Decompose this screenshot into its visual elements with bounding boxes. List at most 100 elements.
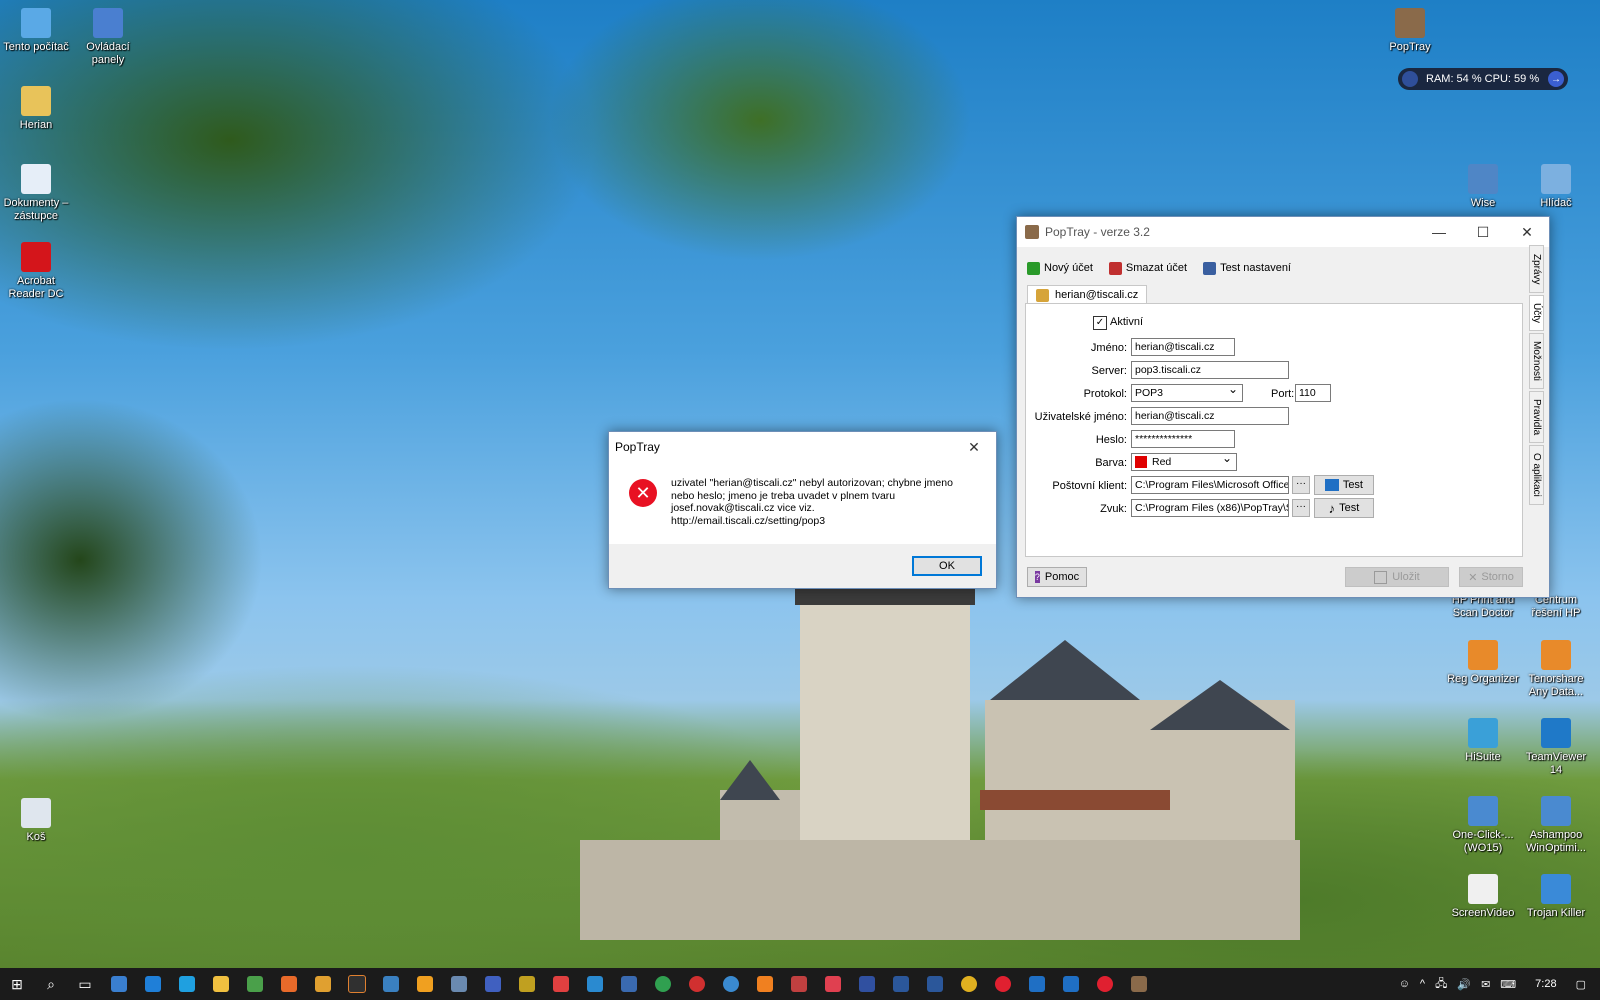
desktop-icon-documents[interactable]: Dokumenty – zástupce xyxy=(0,164,72,223)
server-field[interactable]: pop3.tiscali.cz xyxy=(1131,361,1289,379)
outlook-taskbar-icon-2[interactable] xyxy=(1060,973,1082,995)
taskbar-app-18[interactable] xyxy=(822,973,844,995)
taskbar-app-2[interactable] xyxy=(244,973,266,995)
test-client-button[interactable]: Test xyxy=(1314,475,1374,495)
browse-client-button[interactable]: ··· xyxy=(1292,476,1310,494)
taskbar-app-10[interactable] xyxy=(516,973,538,995)
desktop-icon-poptray[interactable]: PopTray xyxy=(1374,8,1446,54)
notification-icon[interactable]: ▢ xyxy=(1576,978,1586,991)
desktop-icon-teamviewer[interactable]: TeamViewer 14 xyxy=(1520,718,1592,777)
jmeno-label: Jméno: xyxy=(1090,342,1127,354)
task-view-icon[interactable]: ▭ xyxy=(74,973,96,995)
taskbar-app-12[interactable] xyxy=(584,973,606,995)
desktop-icon-control-panel[interactable]: Ovládací panely xyxy=(72,8,144,67)
opera-icon[interactable] xyxy=(992,973,1014,995)
outlook-icon xyxy=(1325,479,1339,491)
desktop-icon-wise[interactable]: Wise xyxy=(1447,164,1519,210)
vlc-icon[interactable] xyxy=(754,973,776,995)
clock[interactable]: 7:28 xyxy=(1535,978,1556,990)
maximize-button[interactable]: ☐ xyxy=(1461,224,1505,241)
taskbar-app-7[interactable] xyxy=(414,973,436,995)
taskbar-app-19[interactable] xyxy=(856,973,878,995)
desktop-icon-ashampoo[interactable]: Ashampoo WinOptimi... xyxy=(1520,796,1592,855)
dialog-titlebar[interactable]: PopTray ✕ xyxy=(609,432,996,462)
desktop-icon-recycle-bin[interactable]: Koš xyxy=(0,798,72,844)
cancel-icon: ✕ xyxy=(1468,571,1478,584)
close-button[interactable]: ✕ xyxy=(1505,224,1549,241)
test-sound-button[interactable]: ♪ Test xyxy=(1314,498,1374,518)
arrow-right-icon[interactable]: → xyxy=(1548,71,1564,87)
mail-client-field[interactable]: C:\Program Files\Microsoft Office\ xyxy=(1131,476,1289,494)
browse-sound-button[interactable]: ··· xyxy=(1292,499,1310,517)
taskbar-app-6[interactable] xyxy=(380,973,402,995)
taskbar-app-11[interactable] xyxy=(550,973,572,995)
tab-pravidla[interactable]: Pravidla xyxy=(1529,391,1544,443)
delete-account-button[interactable]: Smazat účet xyxy=(1108,261,1187,275)
sound-field[interactable]: C:\Program Files (x86)\PopTray\S xyxy=(1131,499,1289,517)
poptray-titlebar[interactable]: PopTray - verze 3.2 — ☐ ✕ xyxy=(1017,217,1549,247)
error-icon: ✕ xyxy=(629,479,657,507)
desktop-icon-tenorshare[interactable]: Tenorshare Any Data... xyxy=(1520,640,1592,699)
start-button[interactable]: ⊞ xyxy=(6,973,28,995)
cancel-button[interactable]: ✕ Storno xyxy=(1459,567,1523,587)
skype-icon[interactable] xyxy=(176,973,198,995)
chrome-icon[interactable] xyxy=(958,973,980,995)
outlook-taskbar-icon[interactable] xyxy=(1026,973,1048,995)
desktop-icon-hisuite[interactable]: HiSuite xyxy=(1447,718,1519,764)
desktop-icon-this-pc[interactable]: Tento počítač xyxy=(0,8,72,54)
taskbar-app-3[interactable] xyxy=(278,973,300,995)
desktop-icon-herian[interactable]: Herian xyxy=(0,86,72,132)
desktop-icon-hlidac[interactable]: Hlídač xyxy=(1520,164,1592,210)
desktop-icon-trojan-killer[interactable]: Trojan Killer xyxy=(1520,874,1592,920)
taskbar-app-1[interactable] xyxy=(108,973,130,995)
search-icon[interactable]: ⌕ xyxy=(40,973,62,995)
protokol-select[interactable]: POP3 xyxy=(1131,384,1243,402)
help-button[interactable]: ? Pomoc xyxy=(1027,567,1087,587)
color-select[interactable]: Red xyxy=(1131,453,1237,471)
word-icon[interactable] xyxy=(890,973,912,995)
people-icon[interactable]: ☺ xyxy=(1399,978,1410,990)
taskbar-app-5[interactable] xyxy=(346,973,368,995)
network-icon[interactable]: 🖧 xyxy=(1435,975,1447,994)
active-checkbox[interactable]: ✓ xyxy=(1093,316,1107,330)
tab-ucty[interactable]: Účty xyxy=(1529,295,1544,331)
desktop-icon-one-click[interactable]: One-Click-... (WO15) xyxy=(1447,796,1519,855)
ok-button[interactable]: OK xyxy=(912,556,982,576)
taskbar-app-16[interactable] xyxy=(720,973,742,995)
mail-tray-icon[interactable]: ✉ xyxy=(1481,978,1490,991)
opera-icon-2[interactable] xyxy=(1094,973,1116,995)
user-field[interactable]: herian@tiscali.cz xyxy=(1131,407,1289,425)
word-icon-2[interactable] xyxy=(924,973,946,995)
taskbar-app-15[interactable] xyxy=(686,973,708,995)
taskbar-app-8[interactable] xyxy=(448,973,470,995)
taskbar-app-14[interactable] xyxy=(652,973,674,995)
edge-icon[interactable] xyxy=(142,973,164,995)
taskbar-app-17[interactable] xyxy=(788,973,810,995)
desktop-icon-acrobat[interactable]: Acrobat Reader DC xyxy=(0,242,72,301)
tab-zpravy[interactable]: Zprávy xyxy=(1529,245,1544,293)
password-field[interactable]: ************** xyxy=(1131,430,1235,448)
jmeno-field[interactable]: herian@tiscali.cz xyxy=(1131,338,1235,356)
tray-chevron-icon[interactable]: ^ xyxy=(1420,978,1425,990)
taskbar-app-4[interactable] xyxy=(312,973,334,995)
desktop-icon-screenvideo[interactable]: ScreenVideo xyxy=(1447,874,1519,920)
taskbar-app-13[interactable] xyxy=(618,973,640,995)
test-settings-button[interactable]: Test nastavení xyxy=(1203,261,1291,275)
minimize-button[interactable]: — xyxy=(1417,224,1461,240)
explorer-icon[interactable] xyxy=(210,973,232,995)
tab-moznosti[interactable]: Možnosti xyxy=(1529,333,1544,389)
port-field[interactable]: 110 xyxy=(1295,384,1331,402)
poptray-taskbar-icon[interactable] xyxy=(1128,973,1150,995)
keyboard-icon[interactable]: ⌨ xyxy=(1500,978,1516,991)
performance-widget[interactable]: RAM: 54 % CPU: 59 % → xyxy=(1398,68,1568,90)
tab-o-aplikaci[interactable]: O aplikaci xyxy=(1529,445,1544,505)
taskbar-app-9[interactable] xyxy=(482,973,504,995)
desktop-icon-reg-organizer[interactable]: Reg Organizer xyxy=(1447,640,1519,686)
dialog-close-button[interactable]: ✕ xyxy=(952,439,996,456)
save-button[interactable]: Uložit xyxy=(1345,567,1449,587)
new-account-button[interactable]: Nový účet xyxy=(1027,261,1093,275)
poptray-icon xyxy=(1395,8,1425,38)
volume-icon[interactable]: 🔊 xyxy=(1457,978,1471,991)
tab-account[interactable]: herian@tiscali.cz xyxy=(1027,285,1148,304)
screenvideo-icon xyxy=(1468,874,1498,904)
